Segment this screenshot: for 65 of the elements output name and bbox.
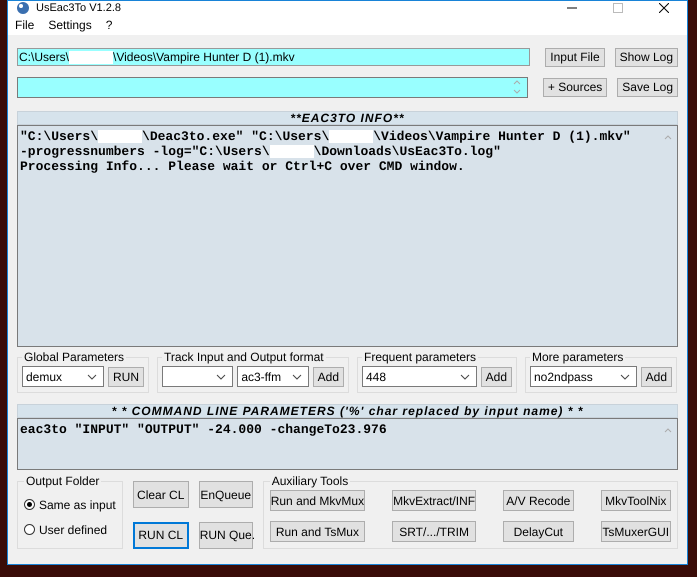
side-button[interactable]: + Sources (542, 78, 608, 96)
output-text: \Downloads\UsEac3To.log" (314, 144, 501, 159)
dropdown[interactable]: ac3-ffm (237, 366, 309, 387)
redaction-block (270, 145, 314, 158)
add-button[interactable]: Add (480, 366, 512, 386)
dropdown[interactable]: 448 (362, 366, 477, 387)
add-button[interactable]: Add (312, 366, 344, 386)
tool-button[interactable]: TsMuxerGUI (600, 521, 671, 542)
tool-button[interactable]: SRT/.../TRIM (392, 521, 476, 542)
menu-item[interactable]: ? (98, 18, 120, 32)
command-text: eac3to "INPUT" "OUTPUT" -24.000 -changeTo23.976 (20, 422, 387, 437)
redaction-block (98, 130, 142, 143)
menu-item[interactable]: File (8, 18, 42, 32)
add-button[interactable]: Add (640, 366, 672, 386)
group-title: Frequent parameters (363, 350, 478, 364)
redaction-block (69, 50, 114, 64)
chevron-down-icon (216, 374, 226, 380)
add-button[interactable]: RUN (108, 366, 144, 386)
sources-field[interactable] (17, 76, 528, 98)
info-text-area[interactable]: "C:\Users\ \Deac3to.exe" "C:\Users\ \Videos\Vampire Hunter D (1).mkv" -progressnumbers -log="C:\Users\ \Downloads\UsEac3To.log" Processing Info... Please wait or Ctrl+C over CMD window. (17, 125, 678, 347)
dropdown[interactable]: demux (22, 366, 104, 387)
output-text: "C:\Users\ (20, 129, 98, 144)
path-text: \Videos\Vampire Hunter D (1).mkv (113, 50, 295, 64)
scroll-up-icon (664, 427, 672, 433)
close-icon (659, 3, 669, 13)
side-button[interactable]: Show Log (614, 48, 678, 66)
group-title: Auxiliary Tools (270, 474, 350, 488)
chevron-down-icon (620, 374, 630, 380)
group-title: Global Parameters (23, 350, 126, 364)
side-button[interactable]: Save Log (617, 78, 678, 96)
output-text: Processing Info... Please wait or Ctrl+C over CMD window. (20, 159, 465, 174)
path-text: C:\Users\ (19, 50, 70, 64)
queue-button[interactable]: RUN Que. (198, 522, 253, 548)
side-button[interactable]: Input File (545, 48, 605, 66)
tool-button[interactable]: MkvExtract/INF (392, 490, 476, 511)
dropdown[interactable] (162, 366, 234, 387)
group-title: Output Folder (25, 474, 100, 488)
queue-button[interactable]: Clear CL (132, 481, 189, 508)
output-text: \Deac3to.exe" "C:\Users\ (142, 129, 330, 144)
radio-option[interactable]: Same as input (24, 492, 116, 517)
input-file-field[interactable]: C:\Users\ \Videos\Vampire Hunter D (1).mkv (17, 48, 530, 66)
tool-button[interactable]: A/V Recode (503, 490, 574, 511)
section-header: * * COMMAND LINE PARAMETERS ('%' char replaced by input name) * * (17, 404, 678, 418)
queue-button[interactable]: EnQueue (198, 481, 253, 508)
group-title: More parameters (531, 350, 624, 364)
window-title: UsEac3To V1.2.8 (36, 2, 121, 14)
output-text: \Videos\Vampire Hunter D (1).mkv" (373, 129, 631, 144)
chevron-down-icon (292, 374, 302, 380)
menu-item[interactable]: Settings (41, 18, 99, 32)
tool-button[interactable]: Run and MkvMux (270, 490, 366, 511)
dropdown[interactable]: no2ndpass (530, 366, 637, 387)
tool-button[interactable]: MkvToolNix (600, 490, 671, 511)
output-text: -progressnumbers -log="C:\Users\ (20, 144, 270, 159)
tool-button[interactable]: DelayCut (503, 521, 574, 542)
chevron-down-icon (87, 374, 97, 380)
command-line-field[interactable]: eac3to "INPUT" "OUTPUT" -24.000 -changeTo23.976 (17, 418, 678, 470)
section-header: **EAC3TO INFO** (17, 111, 678, 125)
radio-option[interactable]: User defined (24, 517, 116, 542)
redaction-block (329, 130, 374, 143)
queue-button[interactable]: RUN CL (132, 522, 189, 548)
group-title: Track Input and Output format (163, 350, 325, 364)
chevron-down-icon (460, 374, 470, 380)
maximize-icon (613, 3, 623, 13)
tool-button[interactable]: Run and TsMux (270, 521, 366, 542)
scroll-up-icon (664, 134, 672, 140)
